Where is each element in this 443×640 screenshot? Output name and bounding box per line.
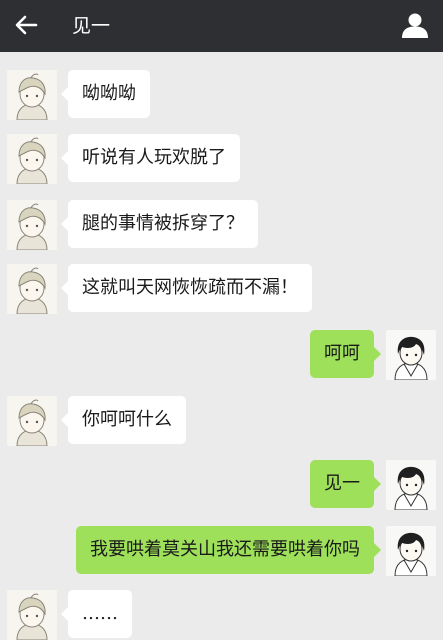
message-text: 听说有人玩欢脱了 <box>82 147 226 168</box>
back-button[interactable] <box>12 10 42 40</box>
person-icon <box>402 13 428 38</box>
message-bubble[interactable]: 腿的事情被拆穿了？ <box>61 200 258 248</box>
message-bubble[interactable]: 见一 <box>310 460 381 508</box>
message-text: …… <box>82 603 118 624</box>
message-text: 呦呦呦 <box>82 83 136 104</box>
contact-avatar[interactable] <box>7 396 57 446</box>
message-bubble[interactable]: 呦呦呦 <box>61 70 150 118</box>
top-bar: 见一 <box>0 0 443 52</box>
contact-avatar[interactable] <box>7 590 57 640</box>
message-bubble[interactable]: 你呵呵什么 <box>61 396 186 444</box>
my-avatar[interactable] <box>386 460 436 510</box>
contact-avatar[interactable] <box>7 200 57 250</box>
my-avatar[interactable] <box>386 526 436 576</box>
back-arrow-icon <box>15 15 38 35</box>
message-bubble[interactable]: 这就叫天网恢恢疏而不漏！ <box>61 264 312 312</box>
contact-avatar[interactable] <box>7 134 57 184</box>
message-bubble[interactable]: 呵呵 <box>310 330 381 378</box>
message-list[interactable]: 呦呦呦 听说有人玩欢脱了 腿的事情被拆穿了？ 这就叫天网恢恢疏而不漏！ 呵呵 你… <box>0 52 443 640</box>
contact-avatar[interactable] <box>7 264 57 314</box>
message-text: 呵呵 <box>324 343 360 364</box>
message-text: 腿的事情被拆穿了？ <box>82 213 244 234</box>
message-bubble[interactable]: …… <box>61 590 132 638</box>
profile-button[interactable] <box>401 11 429 39</box>
my-avatar[interactable] <box>386 330 436 380</box>
chat-title: 见一 <box>72 15 111 37</box>
contact-avatar[interactable] <box>7 70 57 120</box>
message-text: 你呵呵什么 <box>82 409 172 430</box>
message-text: 我要哄着莫关山我还需要哄着你吗 <box>90 539 360 560</box>
message-bubble[interactable]: 我要哄着莫关山我还需要哄着你吗 <box>76 526 381 574</box>
message-text: 这就叫天网恢恢疏而不漏！ <box>82 277 298 298</box>
message-text: 见一 <box>324 473 360 494</box>
message-bubble[interactable]: 听说有人玩欢脱了 <box>61 134 240 182</box>
